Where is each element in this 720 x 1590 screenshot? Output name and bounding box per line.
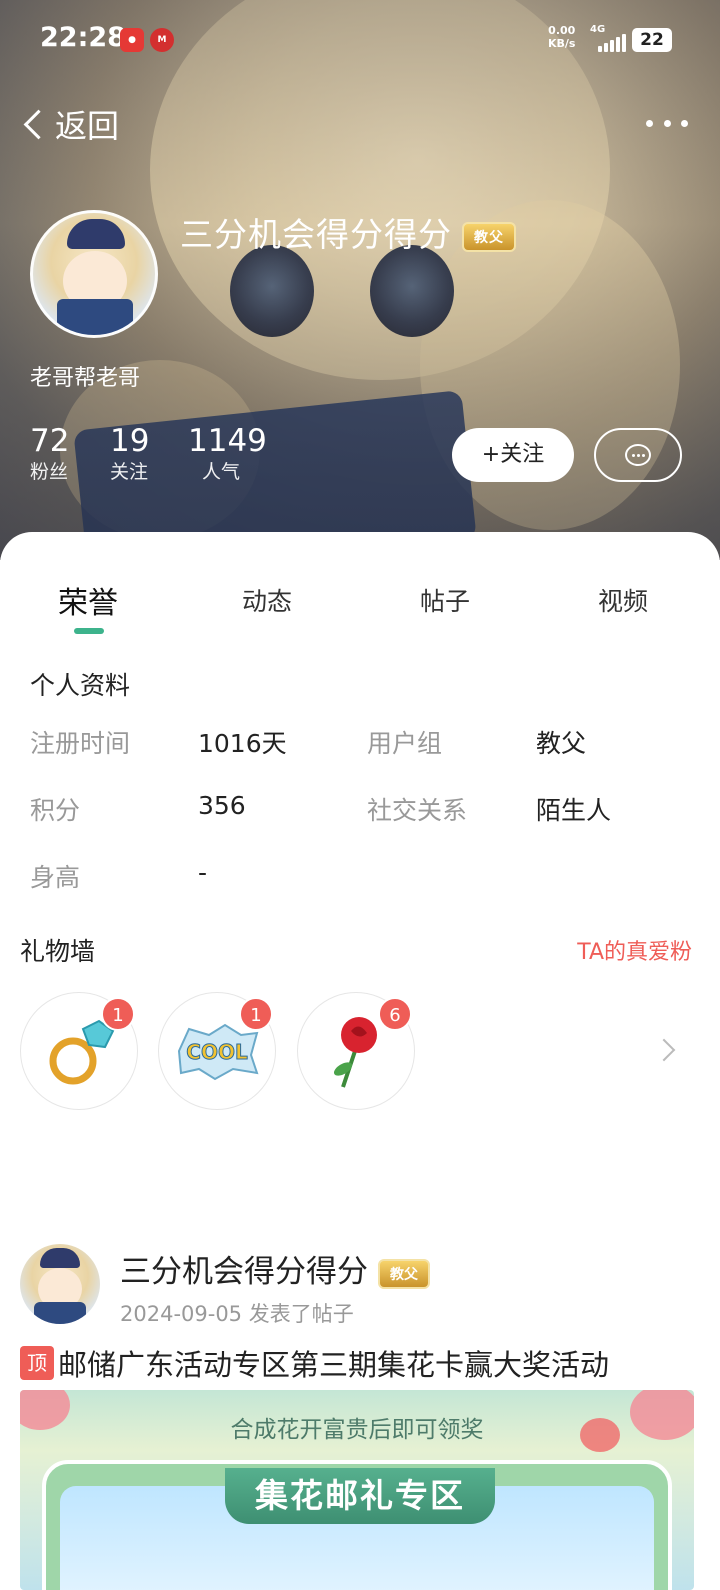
- tab-honor[interactable]: 荣誉: [58, 578, 118, 622]
- avatar[interactable]: [30, 210, 158, 338]
- gift-cool[interactable]: COOL 1: [158, 992, 276, 1110]
- chat-bubble-icon: [625, 444, 651, 466]
- net-speed: 0.00 KB/s: [548, 24, 576, 50]
- battery-icon: 22: [632, 28, 672, 52]
- more-menu-button[interactable]: [646, 108, 688, 138]
- post-meta: 2024-09-05 发表了帖子: [120, 1298, 354, 1328]
- active-tab-indicator: [74, 628, 104, 634]
- gift-ring[interactable]: 1: [20, 992, 138, 1110]
- status-bar: 22:28 ● M 0.00 KB/s 4G 22: [0, 0, 720, 80]
- profile-signature: 老哥帮老哥: [30, 366, 141, 391]
- user-level-badge: 教父: [462, 221, 516, 252]
- info-label-height: 身高: [30, 863, 81, 892]
- user-level-badge: 教父: [378, 1258, 430, 1289]
- info-label-register-time: 注册时间: [30, 729, 131, 758]
- stat-popularity: 1149 人气: [188, 423, 267, 483]
- bank-app-icon: M: [150, 28, 174, 52]
- gift-count-badge: 6: [378, 997, 412, 1031]
- gift-rose[interactable]: 6: [297, 992, 415, 1110]
- svg-text:COOL: COOL: [186, 1040, 248, 1064]
- post-author-name[interactable]: 三分机会得分得分 教父: [120, 1246, 430, 1291]
- back-button[interactable]: 返回: [20, 102, 119, 146]
- follow-button[interactable]: +关注: [452, 428, 574, 482]
- info-value-height: -: [198, 858, 208, 887]
- pinned-tag: 顶: [20, 1346, 54, 1380]
- tab-activity[interactable]: 动态: [242, 582, 292, 618]
- stat-following[interactable]: 19 关注: [110, 422, 149, 484]
- signal-icon: [598, 34, 628, 52]
- post-author-avatar[interactable]: [20, 1244, 100, 1324]
- post-action: 发表了帖子: [248, 1302, 354, 1326]
- gift-count-badge: 1: [239, 997, 273, 1031]
- chevron-left-icon: [23, 109, 54, 139]
- notification-app-icon: ●: [120, 28, 144, 52]
- stat-fans[interactable]: 72 粉丝: [30, 422, 69, 484]
- message-button[interactable]: [594, 428, 682, 482]
- gift-count-badge: 1: [101, 997, 135, 1031]
- info-value-social: 陌生人: [536, 796, 612, 825]
- post-image-caption: 合成花开富贵后即可领奖: [230, 1417, 484, 1443]
- info-label-points: 积分: [30, 796, 81, 825]
- post-image[interactable]: 合成花开富贵后即可领奖 集花邮礼专区: [20, 1390, 694, 1590]
- info-value-register-time: 1016天: [198, 729, 287, 758]
- back-label: 返回: [55, 107, 120, 145]
- info-label-social: 社交关系: [367, 796, 468, 825]
- more-dots-icon: [646, 119, 653, 127]
- profile-username: 三分机会得分得分 教父: [180, 208, 516, 256]
- profile-content-panel: 荣誉 动态 帖子 视频 个人资料 注册时间 1016天 用户组 教父 积分 35…: [0, 532, 720, 1590]
- info-label-user-group: 用户组: [367, 729, 443, 758]
- status-time: 22:28: [40, 22, 126, 53]
- tab-videos[interactable]: 视频: [598, 582, 648, 618]
- profile-info-title: 个人资料: [30, 671, 131, 700]
- tab-posts[interactable]: 帖子: [420, 582, 470, 618]
- info-value-points: 356: [198, 791, 246, 820]
- post-date: 2024-09-05: [120, 1302, 243, 1326]
- post-image-heading: 集花邮礼专区: [225, 1468, 495, 1524]
- info-value-user-group: 教父: [536, 729, 587, 758]
- chevron-right-icon[interactable]: [652, 1038, 676, 1062]
- cool-sticker-icon: COOL: [177, 1023, 259, 1081]
- true-fans-link[interactable]: TA的真爱粉: [577, 934, 692, 966]
- gift-wall-title: 礼物墙: [20, 937, 96, 966]
- post-title[interactable]: 顶 邮储广东活动专区第三期集花卡赢大奖活动: [20, 1342, 609, 1384]
